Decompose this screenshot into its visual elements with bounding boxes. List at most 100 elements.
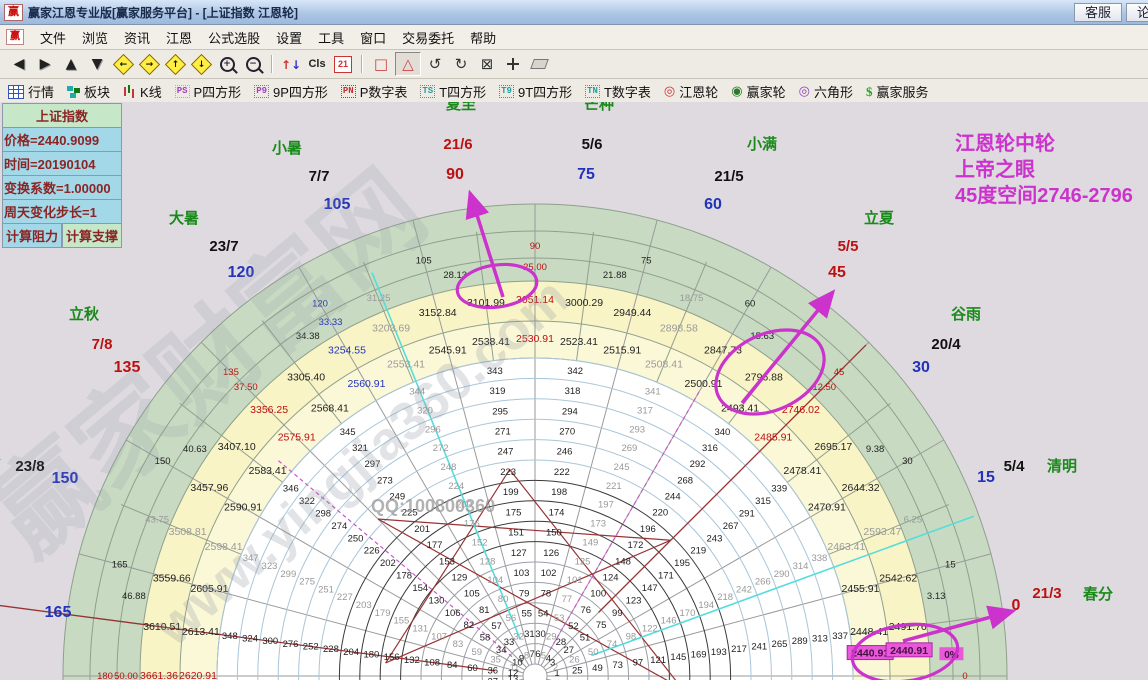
crosshair-button[interactable] [501,53,525,75]
svg-text:50: 50 [588,647,599,658]
menu-item-0[interactable]: 文件 [32,26,74,49]
shift-down-button[interactable]: ↓ [189,53,213,75]
hexagon-icon: ◎ [799,84,810,99]
symbol-value-row-0: 价格=2440.9099 [2,128,122,152]
menu-item-3[interactable]: 江恩 [158,26,200,49]
zoom-in-button[interactable]: + [215,53,239,75]
symbol-values: 价格=2440.9099时间=20190104变换系数=1.00000周天变化步… [2,128,122,224]
svg-text:60: 60 [704,196,722,213]
shift-up-button[interactable]: ↑ [163,53,187,75]
ribbon-item-9t-square[interactable]: T99T四方形 [499,82,572,101]
ribbon-item-p-square[interactable]: PSP四方形 [175,82,241,101]
ribbon-item-9p-square[interactable]: P99P四方形 [254,82,328,101]
svg-text:2515.91: 2515.91 [603,344,641,356]
quotes-label: 行情 [28,82,54,101]
calendar-button[interactable]: 21 [331,53,355,75]
svg-text:180: 180 [363,649,379,660]
titlebar-button-forum[interactable]: 论坛 [1126,3,1148,22]
svg-text:45: 45 [834,367,845,378]
svg-text:128: 128 [480,556,496,567]
ribbon-item-t-square[interactable]: TST四方形 [420,82,486,101]
ribbon-item-quotes[interactable]: 行情 [8,82,54,101]
menu-item-9[interactable]: 帮助 [462,26,504,49]
menu-item-6[interactable]: 工具 [310,26,352,49]
svg-text:3661.36: 3661.36 [140,670,178,680]
svg-text:2455.91: 2455.91 [842,583,880,595]
hexagon-label: 六角形 [814,82,853,101]
svg-text:30: 30 [535,629,546,640]
sort-updown-button[interactable]: ↑↓ [279,53,303,75]
nav-down-button[interactable]: ▼ [85,53,109,75]
titlebar-buttons: 客服论坛 [1070,2,1144,22]
svg-text:324: 324 [242,633,258,644]
rotate-ccw-button[interactable]: ↺ [423,53,447,75]
svg-text:195: 195 [674,558,690,569]
triangle-tool-button[interactable]: △ [395,52,421,76]
zoom-in-icon: + [220,57,235,72]
shift-left-icon: ← [112,53,133,74]
nav-left-button[interactable]: ◀ [7,53,31,75]
menu-item-8[interactable]: 交易委托 [394,26,462,49]
shift-right-icon: → [138,53,159,74]
ribbon-item-p-table[interactable]: PNP数字表 [341,82,407,101]
shift-left-button[interactable]: ← [111,53,135,75]
svg-text:265: 265 [772,639,788,650]
svg-text:37: 37 [487,677,498,680]
svg-text:276: 276 [283,639,299,650]
menu-item-1[interactable]: 浏览 [74,26,116,49]
menu-item-7[interactable]: 窗口 [352,26,394,49]
menu-item-2[interactable]: 资讯 [116,26,158,49]
svg-text:339: 339 [771,484,787,495]
svg-text:293: 293 [629,424,645,435]
title-bar[interactable]: 赢 赢家江恩专业版[赢家服务平台] - [上证指数 江恩轮] 客服论坛 [0,0,1148,25]
svg-text:81: 81 [479,605,490,616]
svg-text:250: 250 [348,533,364,544]
gann-wheel-chart[interactable]: 1234567891011121325262728293031323334353… [0,102,1148,680]
svg-text:150: 150 [546,528,562,539]
nav-up-button[interactable]: ▲ [59,53,83,75]
menu-item-5[interactable]: 设置 [268,26,310,49]
nav-right-button[interactable]: ▶ [33,53,57,75]
svg-text:2440.91: 2440.91 [851,648,889,660]
svg-text:26: 26 [569,655,580,666]
svg-text:221: 221 [606,481,622,492]
shift-right-button[interactable]: → [137,53,161,75]
cls-button[interactable]: Cls [305,53,329,75]
sectors-label: 板块 [84,82,110,101]
calc-support-button[interactable]: 计算支撑 [62,224,122,248]
ribbon-item-t-table[interactable]: TNT数字表 [585,82,651,101]
svg-text:82: 82 [464,620,475,631]
svg-text:108: 108 [424,657,440,668]
svg-text:QQ:100800360: QQ:100800360 [371,496,495,516]
ribbon-item-gann-wheel[interactable]: ◎江恩轮 [664,82,718,101]
svg-text:291: 291 [739,508,755,519]
rotate-cw-button[interactable]: ↻ [449,53,473,75]
kline-label: K线 [140,82,162,101]
ribbon-item-kline[interactable]: K线 [123,82,162,101]
svg-text:104: 104 [487,575,503,586]
titlebar-button-service[interactable]: 客服 [1074,3,1122,22]
svg-text:3457.96: 3457.96 [190,482,228,494]
zoom-out-button[interactable]: − [241,53,265,75]
svg-text:152: 152 [472,537,488,548]
ribbon-item-winner-service[interactable]: $赢家服务 [866,82,929,101]
t-table-label: T数字表 [604,82,651,101]
svg-text:272: 272 [433,443,449,454]
ribbon-item-hexagon[interactable]: ◎ 六角形 [799,82,853,101]
calc-resistance-button[interactable]: 计算阻力 [2,224,62,248]
svg-text:107: 107 [431,631,447,642]
menu-item-4[interactable]: 公式选股 [200,26,268,49]
svg-text:299: 299 [280,569,296,580]
eraser-button[interactable] [527,53,551,75]
ribbon-item-winner-wheel[interactable]: ◉赢家轮 [731,82,785,101]
svg-text:45度空间2746-2796: 45度空间2746-2796 [955,183,1133,207]
svg-text:75: 75 [641,256,652,267]
p-square-label: P四方形 [194,82,242,101]
svg-text:295: 295 [492,406,508,417]
ribbon-item-sectors[interactable]: 板块 [67,82,110,101]
svg-text:15: 15 [945,560,956,571]
svg-text:289: 289 [792,636,808,647]
square-tool-button[interactable]: □ [369,53,393,75]
quotes-icon [8,85,24,99]
select-box-button[interactable]: ⊠ [475,53,499,75]
